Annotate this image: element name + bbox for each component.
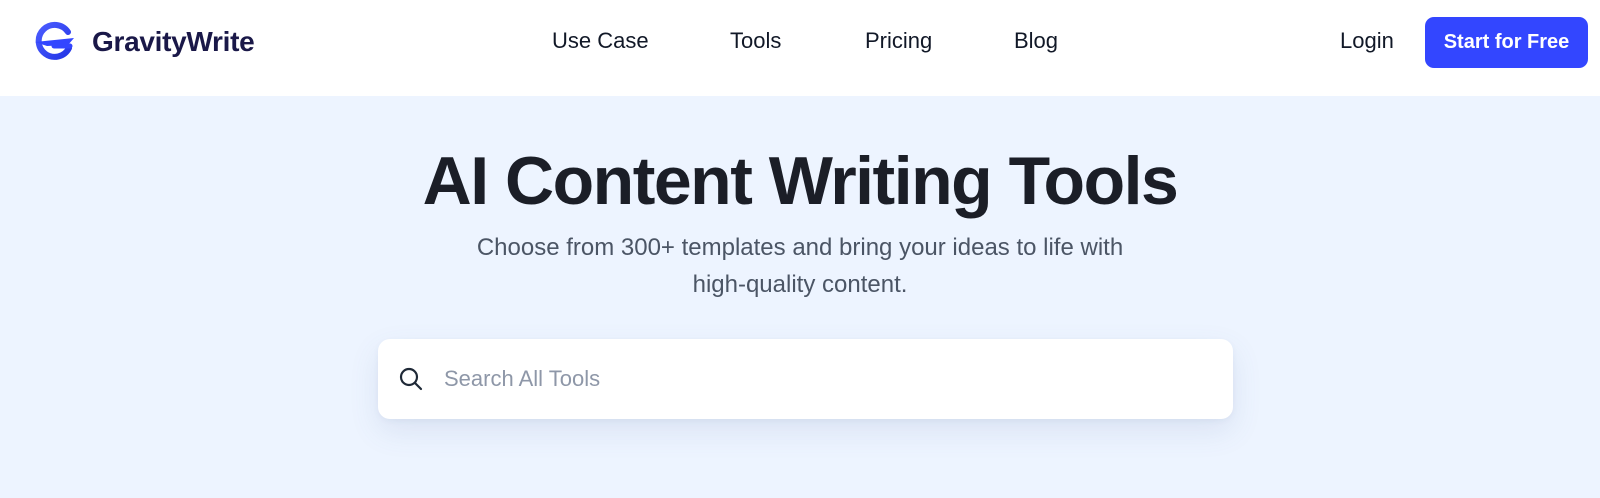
gravitywrite-logo-icon [35, 21, 74, 60]
start-for-free-button[interactable]: Start for Free [1425, 17, 1588, 68]
search-icon [399, 367, 423, 391]
nav-pricing[interactable]: Pricing [865, 28, 932, 54]
nav-tools[interactable]: Tools [730, 28, 781, 54]
hero-subtitle: Choose from 300+ templates and bring you… [476, 234, 1124, 298]
login-link[interactable]: Login [1340, 28, 1394, 54]
nav-blog[interactable]: Blog [1014, 28, 1058, 54]
site-header: GravityWrite Use Case Tools Pricing Blog… [0, 0, 1600, 96]
search-input[interactable] [442, 358, 1206, 400]
nav-use-case[interactable]: Use Case [552, 28, 649, 54]
search-bar [378, 339, 1233, 419]
page-title: AI Content Writing Tools [422, 143, 1179, 219]
hero-section: AI Content Writing Tools Choose from 300… [0, 96, 1600, 498]
logo-link[interactable]: GravityWrite [32, 21, 255, 63]
brand-name: GravityWrite [92, 26, 255, 57]
